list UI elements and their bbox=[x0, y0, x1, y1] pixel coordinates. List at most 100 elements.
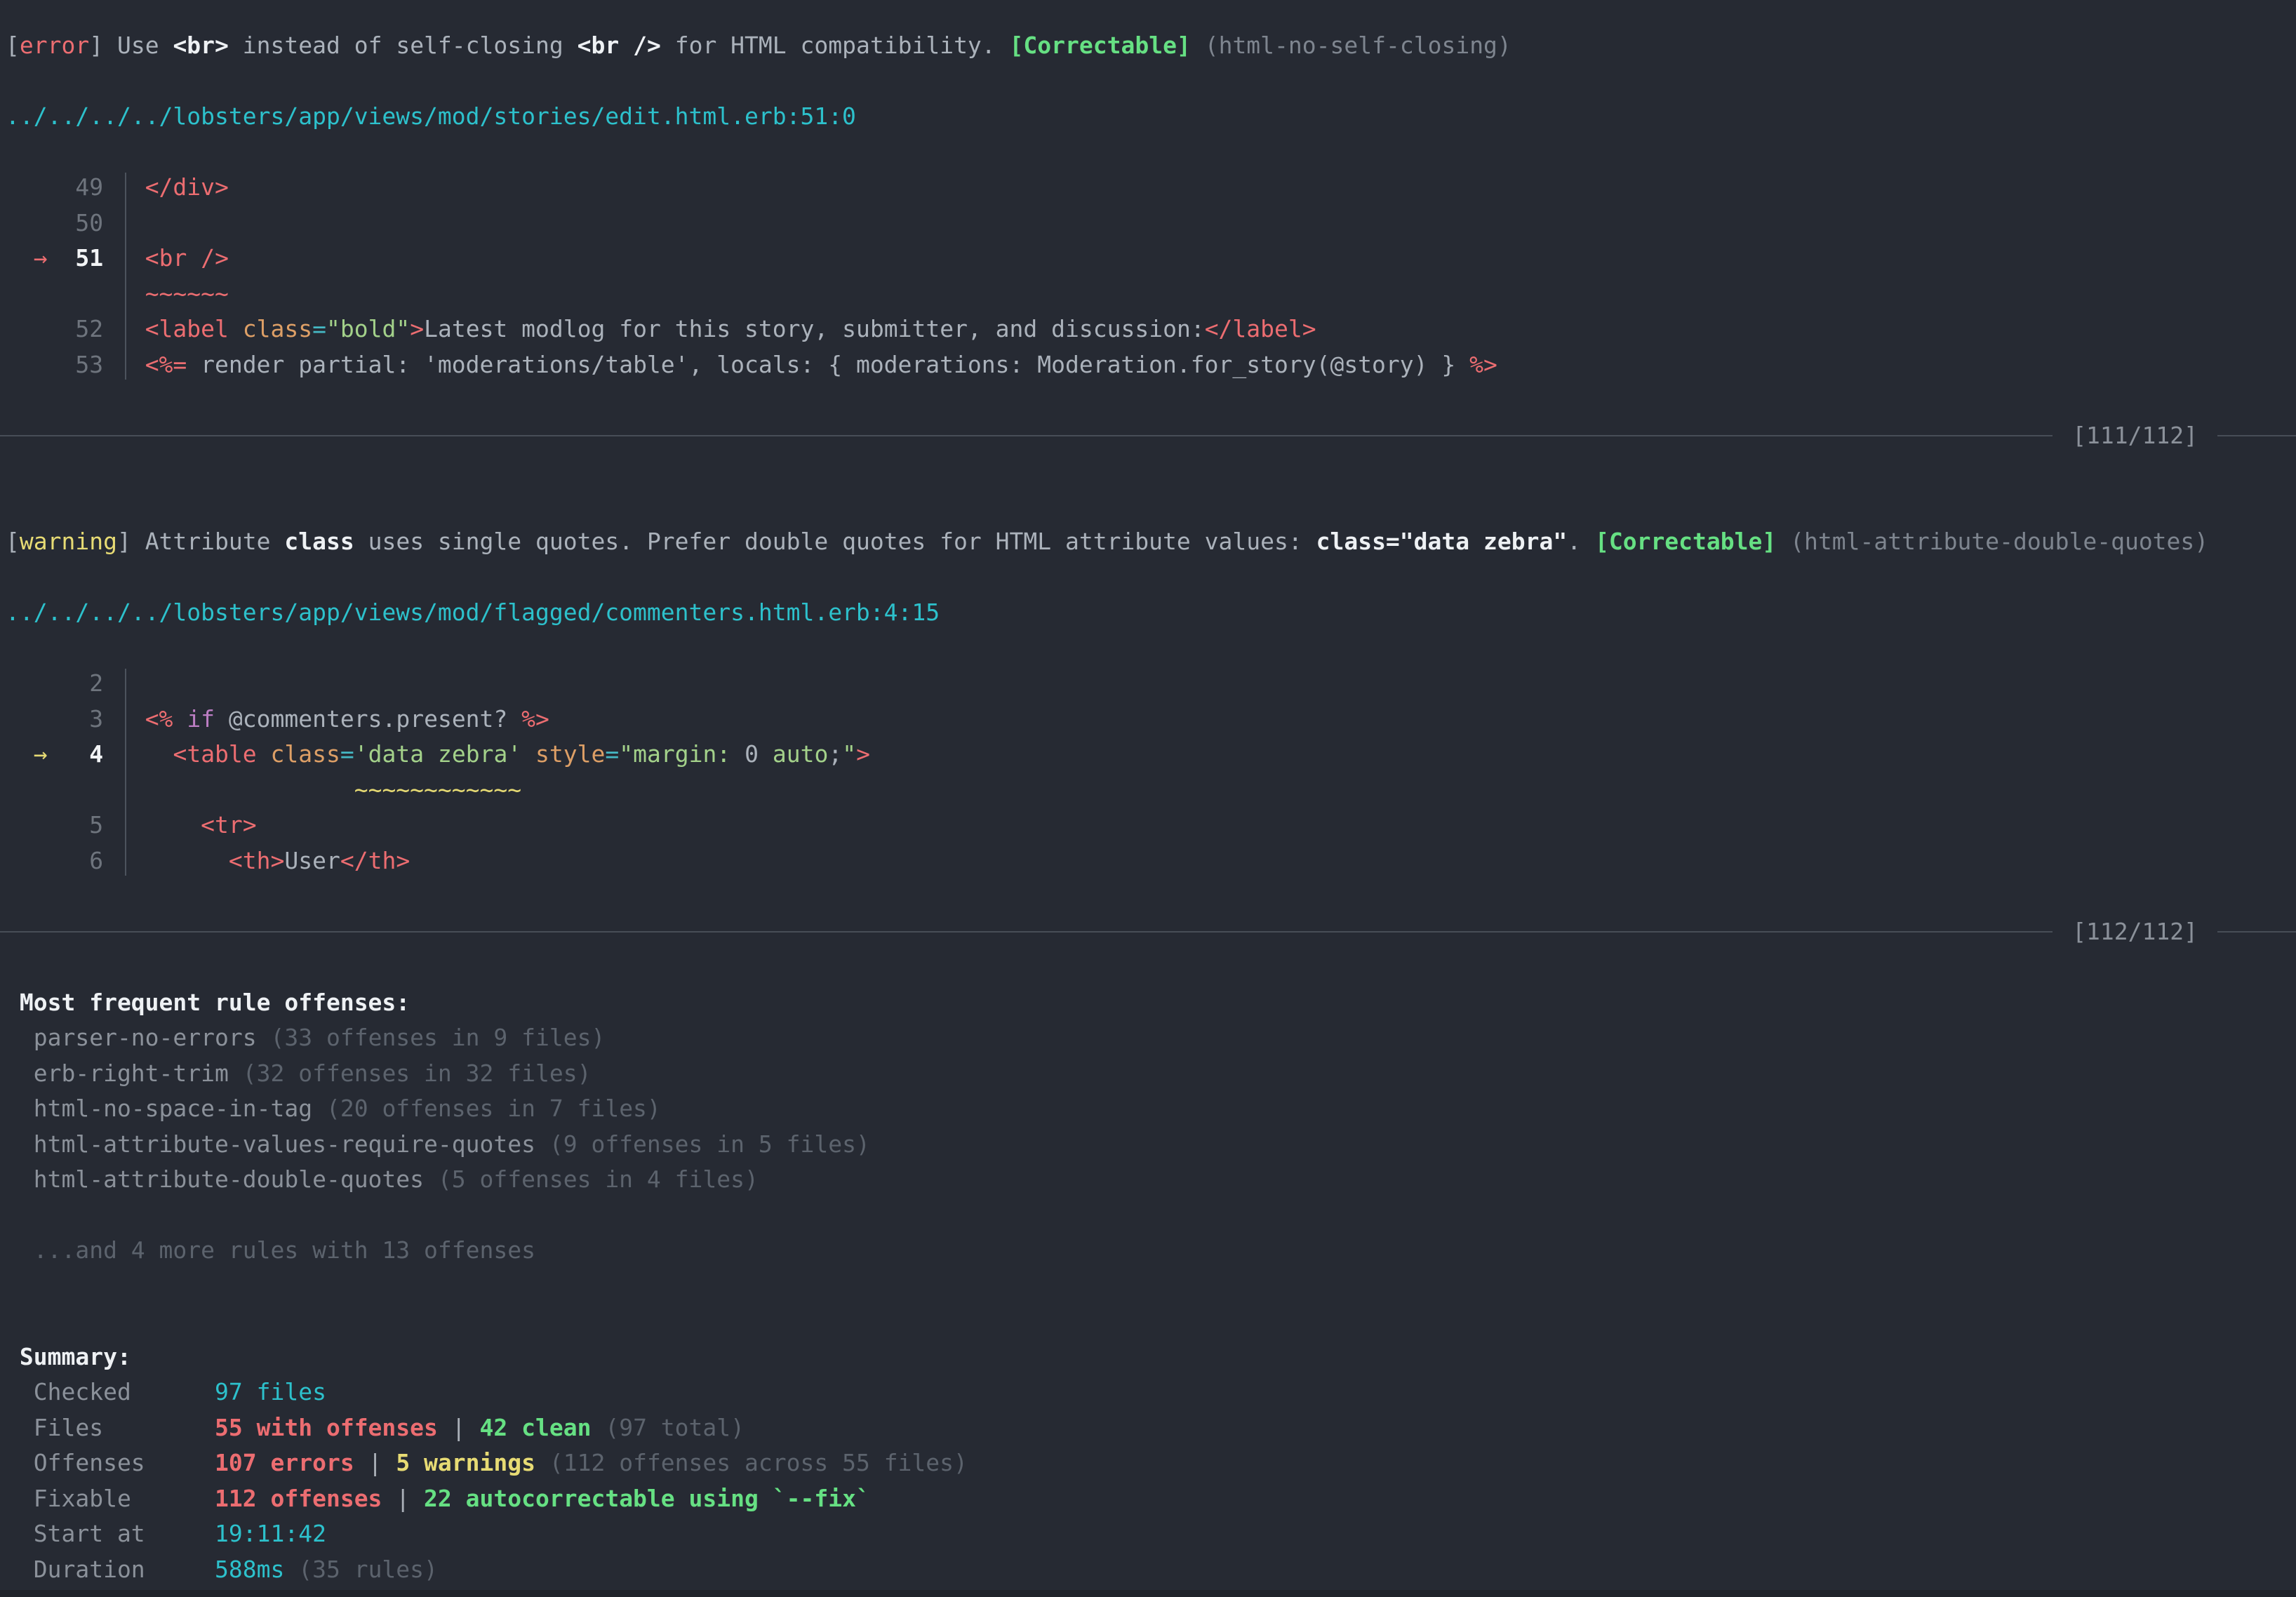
text-segment: . bbox=[1567, 528, 1595, 555]
text-segment: ] Attribute bbox=[117, 528, 284, 555]
text-segment: instead of self-closing bbox=[229, 32, 578, 59]
text-segment: 50 bbox=[6, 209, 145, 236]
text-segment bbox=[6, 776, 354, 803]
text-segment: error bbox=[20, 32, 89, 59]
blank-line bbox=[6, 64, 2296, 100]
blank-line bbox=[6, 631, 2296, 667]
text-segment: Fixable bbox=[6, 1485, 215, 1512]
code-line-50: 50 bbox=[6, 206, 2296, 241]
text-segment: (9 offenses in 5 files) bbox=[549, 1130, 870, 1158]
text-segment: Duration bbox=[6, 1556, 215, 1583]
text-segment bbox=[48, 244, 76, 272]
text-segment: <label bbox=[145, 315, 229, 342]
text-segment: Checked bbox=[6, 1378, 215, 1405]
summary-row-start-at: Start at 19:11:42 bbox=[6, 1516, 2296, 1552]
text-segment: <br /> bbox=[578, 32, 661, 59]
progress-counter-2: [112/112] bbox=[2072, 914, 2198, 950]
text-segment: <tr> bbox=[201, 811, 256, 838]
text-segment: 97 files bbox=[215, 1378, 326, 1405]
more-rules-note: ...and 4 more rules with 13 offenses bbox=[6, 1233, 2296, 1269]
text-segment: parser-no-errors bbox=[6, 1024, 271, 1051]
blank-line bbox=[6, 382, 2296, 418]
separator-rule bbox=[0, 931, 2053, 933]
blank-line bbox=[6, 453, 2296, 489]
text-segment bbox=[6, 740, 34, 768]
text-segment: [ bbox=[6, 32, 20, 59]
text-segment bbox=[6, 280, 145, 307]
code-line-49: 49 </div> bbox=[6, 170, 2296, 206]
text-segment: uses single quotes. Prefer double quotes… bbox=[354, 528, 1316, 555]
blank-line bbox=[6, 878, 2296, 914]
code-line-53: 53 <%= render partial: 'moderations/tabl… bbox=[6, 347, 2296, 383]
rule-offense-row: erb-right-trim (32 offenses in 32 files) bbox=[6, 1056, 2296, 1092]
text-segment: 51 bbox=[75, 244, 103, 272]
separator-rule bbox=[2217, 931, 2296, 933]
text-segment: [Correctable] bbox=[1595, 528, 1776, 555]
warning-squiggle-line: ~~~~~~~~~~~~ bbox=[6, 773, 2296, 808]
text-segment: 112 offenses bbox=[215, 1485, 382, 1512]
text-segment: | bbox=[354, 1449, 396, 1476]
text-segment: </th> bbox=[340, 847, 410, 874]
summary-row-offenses: Offenses 107 errors | 5 warnings (112 of… bbox=[6, 1445, 2296, 1481]
rule-offense-row: parser-no-errors (33 offenses in 9 files… bbox=[6, 1020, 2296, 1056]
text-segment: " bbox=[842, 740, 856, 768]
progress-counter-1: [111/112] bbox=[2072, 418, 2198, 454]
text-segment: ~~~~~~~~~~~~ bbox=[354, 776, 521, 803]
text-segment: | bbox=[438, 1414, 480, 1441]
text-segment: class bbox=[229, 315, 312, 342]
text-segment: ../../../../lobsters/app/views/mod/flagg… bbox=[6, 599, 940, 626]
error-code-excerpt: 49 </div> 50 → 51 <br /> ~~~~~~ 52 <labe… bbox=[6, 170, 2296, 382]
text-segment: class bbox=[284, 528, 354, 555]
blank-line bbox=[6, 135, 2296, 171]
warning-code-excerpt: 2 3 <% if @commenters.present? %> → 4 <t… bbox=[6, 666, 2296, 878]
warning-file-path[interactable]: ../../../../lobsters/app/views/mod/flagg… bbox=[6, 595, 2296, 631]
text-segment: (112 offenses across 55 files) bbox=[535, 1449, 968, 1476]
text-segment: render partial: 'moderations/table', loc… bbox=[187, 351, 1469, 378]
text-segment: (20 offenses in 7 files) bbox=[326, 1095, 661, 1122]
summary-row-duration: Duration 588ms (35 rules) bbox=[6, 1552, 2296, 1588]
text-segment: (35 rules) bbox=[284, 1556, 438, 1583]
text-segment: Files bbox=[6, 1414, 215, 1441]
text-segment: = bbox=[312, 315, 326, 342]
text-segment: auto bbox=[773, 740, 828, 768]
code-line-6: 6 <th>User</th> bbox=[6, 843, 2296, 879]
text-segment bbox=[103, 244, 145, 272]
text-segment bbox=[6, 244, 34, 272]
rule-offense-row: html-attribute-values-require-quotes (9 … bbox=[6, 1127, 2296, 1163]
text-segment: 0 bbox=[730, 740, 773, 768]
code-line-5: 5 <tr> bbox=[6, 808, 2296, 843]
text-segment bbox=[1191, 32, 1205, 59]
text-segment: class bbox=[257, 740, 340, 768]
text-segment: 22 autocorrectable using `--fix` bbox=[424, 1485, 870, 1512]
rule-offense-row: html-no-space-in-tag (20 offenses in 7 f… bbox=[6, 1091, 2296, 1127]
text-segment: erb-right-trim bbox=[6, 1060, 243, 1087]
error-file-path[interactable]: ../../../../lobsters/app/views/mod/stori… bbox=[6, 99, 2296, 135]
code-line-3: 3 <% if @commenters.present? %> bbox=[6, 702, 2296, 737]
text-segment: Most frequent rule offenses: bbox=[6, 989, 410, 1016]
text-segment: 4 bbox=[89, 740, 103, 768]
lint-warning-message: [warning] Attribute class uses single qu… bbox=[6, 524, 2296, 560]
text-segment: 55 with offenses bbox=[215, 1414, 438, 1441]
text-segment: > bbox=[856, 740, 870, 768]
code-line-4-highlighted: → 4 <table class='data zebra' style="mar… bbox=[6, 737, 2296, 773]
text-segment: if bbox=[187, 705, 215, 733]
text-segment: "margin: bbox=[619, 740, 730, 768]
text-segment bbox=[48, 740, 90, 768]
rule-offenses-header: Most frequent rule offenses: bbox=[6, 985, 2296, 1021]
text-segment: ../../../../lobsters/app/views/mod/stori… bbox=[6, 102, 856, 130]
summary-row-files: Files 55 with offenses | 42 clean (97 to… bbox=[6, 1410, 2296, 1446]
blank-line bbox=[6, 1304, 2296, 1339]
text-segment: <th> bbox=[229, 847, 284, 874]
text-segment: = bbox=[605, 740, 619, 768]
text-segment: (5 offenses in 4 files) bbox=[438, 1165, 759, 1193]
text-segment: <%= bbox=[145, 351, 187, 378]
text-segment: 53 bbox=[6, 351, 145, 378]
text-segment: Latest modlog for this story, submitter,… bbox=[424, 315, 1205, 342]
text-segment: </div> bbox=[145, 173, 229, 201]
text-segment: | bbox=[382, 1485, 424, 1512]
text-segment: 3 bbox=[6, 705, 145, 733]
text-segment bbox=[103, 740, 173, 768]
text-segment: = bbox=[340, 740, 354, 768]
separator-rule bbox=[0, 435, 2053, 436]
text-segment: (html-attribute-double-quotes) bbox=[1790, 528, 2208, 555]
